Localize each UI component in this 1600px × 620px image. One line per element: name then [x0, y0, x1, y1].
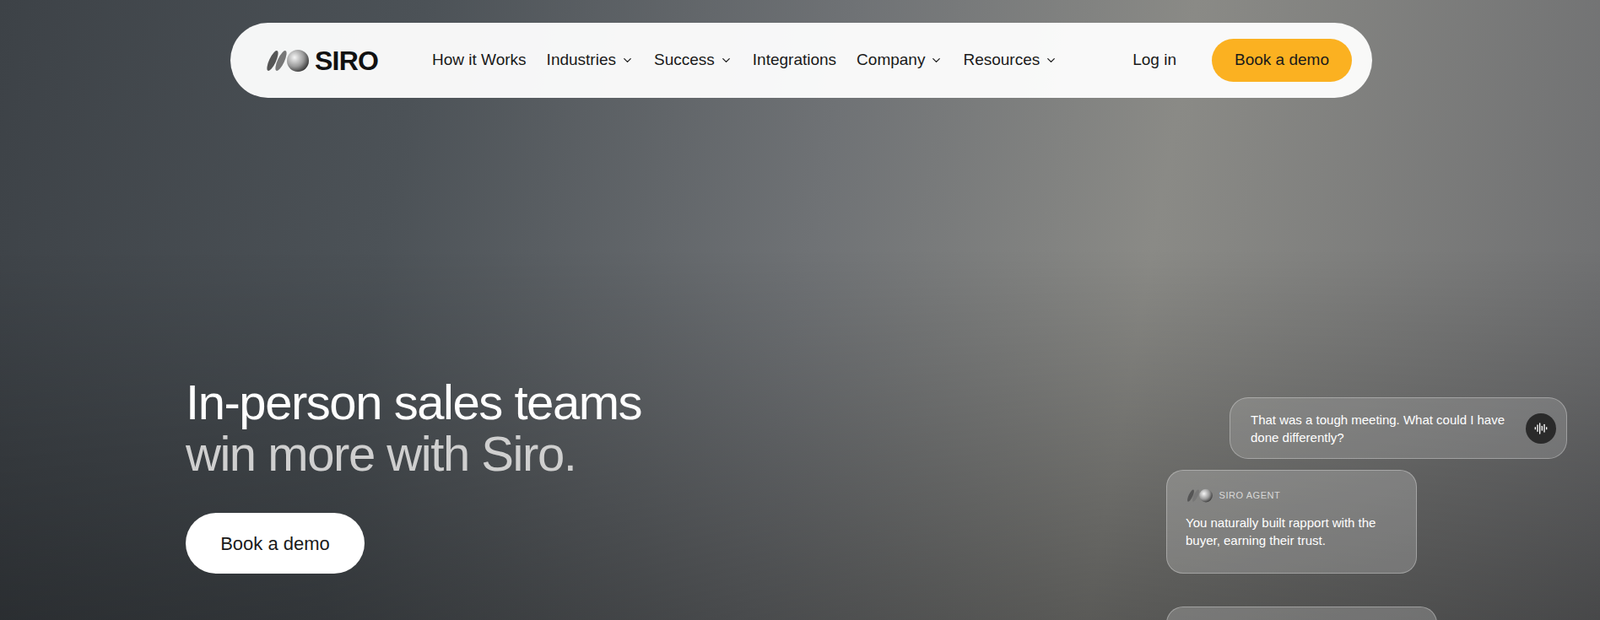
chevron-down-icon [1044, 54, 1058, 67]
siro-logo-icon [264, 47, 312, 75]
nav-item[interactable]: Success [654, 48, 733, 73]
book-demo-button[interactable]: Book a demo [1211, 38, 1352, 82]
chevron-down-icon [719, 54, 733, 67]
agent-label: SIRO AGENT [1219, 488, 1282, 503]
user-chat-bubble: That was a tough meeting. What could I h… [1229, 397, 1568, 460]
chevron-down-icon [621, 54, 634, 67]
nav-menu: How it Works Industries Success Integration… [432, 48, 1058, 73]
chevron-down-icon [929, 54, 943, 67]
agent-chat-bubble: SIRO AGENTYou naturally built rapport wi… [1166, 470, 1417, 574]
logo[interactable]: SIRO [264, 40, 379, 82]
navbar: SIRO How it Works Industries Success Integra… [230, 22, 1373, 98]
siro-logo-icon [1185, 487, 1215, 504]
audio-wave-icon [1534, 421, 1548, 436]
nav-item[interactable]: How it Works [432, 48, 527, 73]
page: SIRO How it Works Industries Success Integra… [0, 0, 1600, 620]
login-link[interactable]: Log in [1132, 48, 1177, 73]
nav-item[interactable]: Company [856, 48, 943, 73]
nav-item[interactable]: Resources [962, 48, 1058, 73]
nav-item[interactable]: Industries [546, 48, 634, 73]
next-chat-bubble [1166, 606, 1438, 620]
voice-button[interactable] [1525, 413, 1557, 444]
hero-book-demo-button[interactable]: Book a demo [185, 513, 365, 574]
nav-item[interactable]: Integrations [752, 48, 837, 73]
